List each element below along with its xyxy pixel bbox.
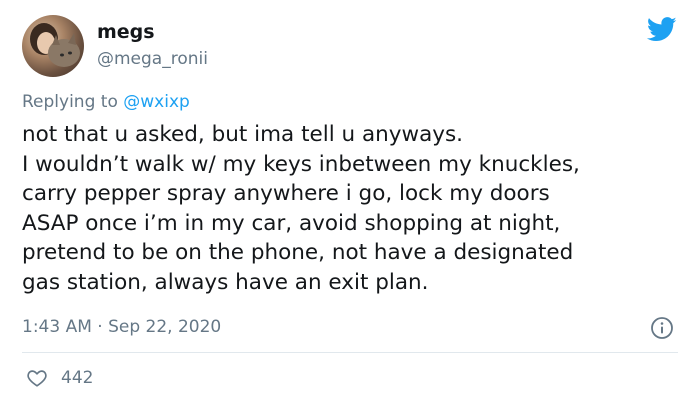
heart-icon[interactable] (26, 367, 48, 389)
replying-to-label: Replying to (22, 92, 124, 112)
like-count: 442 (61, 368, 94, 388)
tweet-text: not that u asked, but ima tell u anyways… (22, 122, 580, 295)
twitter-bird-icon[interactable] (647, 17, 677, 42)
author-handle[interactable]: @mega_ronii (97, 48, 208, 70)
replying-to: Replying to @wxixp (22, 91, 190, 113)
tweet-timestamp[interactable]: 1:43 AM · Sep 22, 2020 (22, 316, 221, 338)
reply-mention-link[interactable]: @wxixp (123, 92, 190, 112)
avatar-photo (30, 23, 80, 67)
info-icon[interactable] (650, 316, 674, 340)
divider (22, 352, 678, 353)
avatar[interactable] (22, 15, 84, 77)
author-display-name[interactable]: megs (97, 20, 155, 44)
